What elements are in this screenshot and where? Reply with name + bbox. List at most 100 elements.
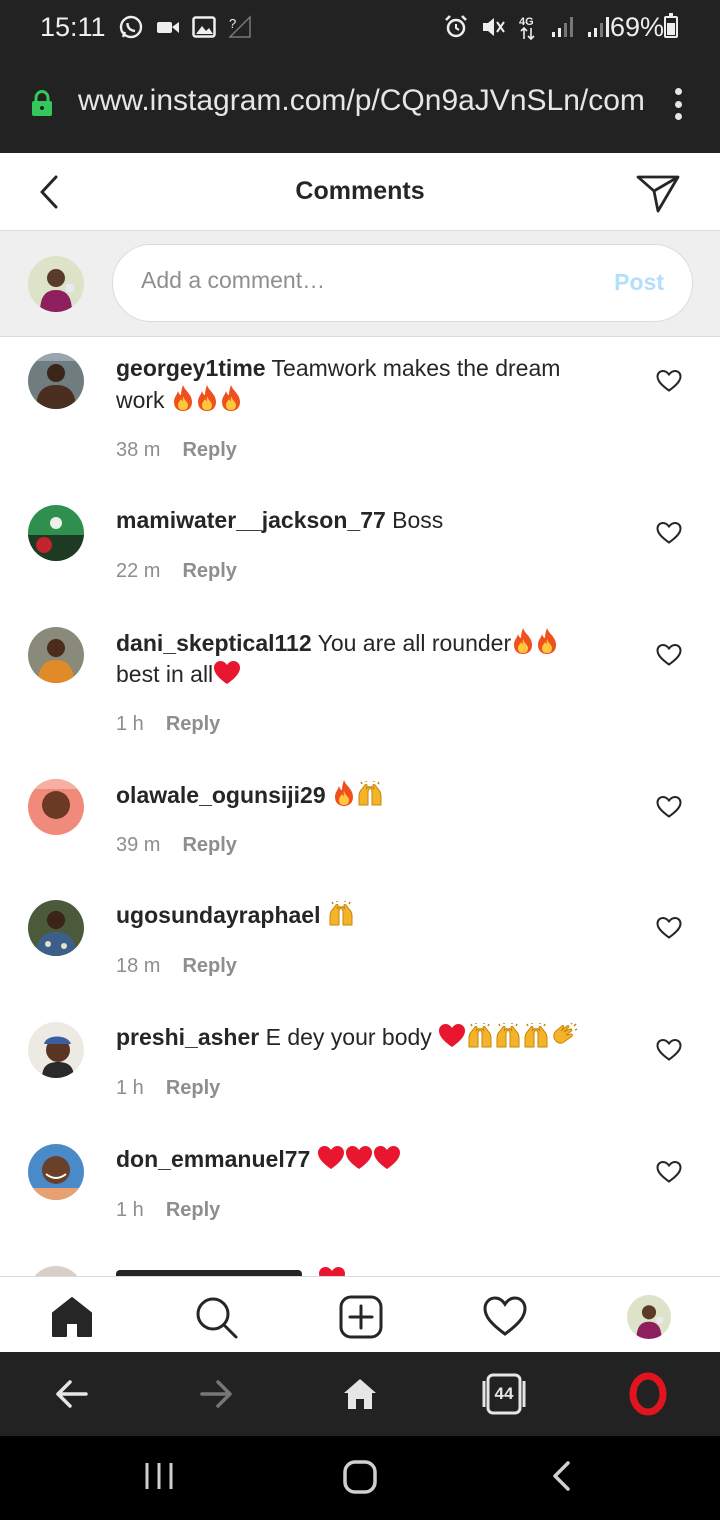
signal-question-icon: ? bbox=[228, 15, 251, 38]
comment-time: 1 h bbox=[116, 1199, 144, 1221]
tabs-button[interactable]: 44 bbox=[482, 1372, 526, 1416]
page-title: Comments bbox=[295, 177, 425, 205]
reply-button[interactable]: Reply bbox=[166, 1077, 220, 1100]
heart-emoji bbox=[213, 660, 241, 686]
reply-button[interactable]: Reply bbox=[182, 955, 236, 978]
comment-meta: 18 m Reply bbox=[116, 955, 237, 978]
reply-button[interactable]: Reply bbox=[166, 713, 220, 736]
raising-hands-emoji bbox=[356, 781, 384, 807]
comment-text: Boss bbox=[392, 507, 444, 533]
comment-time: 1 h bbox=[116, 1077, 144, 1099]
browser-home-icon[interactable] bbox=[342, 1376, 378, 1412]
comment-body: olawale_ogunsiji29 bbox=[116, 779, 606, 811]
comment-username[interactable]: don_emmanuel77 bbox=[116, 1146, 310, 1172]
whatsapp-icon bbox=[119, 15, 143, 39]
mute-icon bbox=[483, 18, 505, 36]
battery-icon bbox=[664, 13, 678, 38]
fire-emoji bbox=[195, 384, 219, 412]
avatar[interactable] bbox=[28, 1144, 84, 1200]
comment-time: 38 m bbox=[116, 439, 161, 461]
comment-username[interactable]: ugosundayraphael bbox=[116, 902, 320, 928]
home-icon[interactable] bbox=[50, 1295, 94, 1339]
video-icon bbox=[157, 22, 179, 33]
clapping-hands-emoji bbox=[550, 1023, 578, 1049]
browser-address-bar[interactable]: www.instagram.com/p/CQn9aJVnSLn/comments… bbox=[0, 56, 720, 153]
signal-icon-1 bbox=[552, 17, 573, 37]
comment-body: mamiwater__jackson_77 Boss bbox=[116, 505, 606, 536]
fire-emoji bbox=[535, 627, 559, 655]
4g-icon: 4G bbox=[519, 16, 535, 40]
lock-icon bbox=[32, 90, 52, 116]
comment-composer: Post bbox=[0, 231, 720, 337]
status-time: 15:11 bbox=[40, 12, 106, 42]
heart-emoji bbox=[318, 1266, 346, 1276]
tab-count: 44 bbox=[494, 1384, 514, 1403]
instagram-bottom-nav bbox=[0, 1276, 720, 1352]
comment-username[interactable]: mamiwater__jackson_77 bbox=[116, 507, 386, 533]
opera-menu-icon[interactable] bbox=[628, 1372, 668, 1416]
alarm-icon bbox=[445, 15, 467, 38]
comments-list: georgey1time Teamwork makes the dream wo… bbox=[0, 338, 720, 1276]
profile-avatar[interactable] bbox=[627, 1295, 671, 1339]
browser-back-icon[interactable] bbox=[54, 1376, 90, 1412]
browser-menu-icon[interactable] bbox=[672, 88, 684, 120]
avatar[interactable] bbox=[28, 353, 84, 409]
comment-meta: 1 h Reply bbox=[116, 1199, 220, 1222]
comment-input[interactable] bbox=[141, 267, 581, 294]
comment-body: ugosundayraphael bbox=[116, 900, 606, 931]
battery-percent: 69% bbox=[610, 12, 665, 42]
raising-hands-emoji bbox=[327, 901, 355, 927]
avatar[interactable] bbox=[28, 627, 84, 683]
avatar[interactable] bbox=[28, 779, 84, 835]
avatar[interactable] bbox=[28, 900, 84, 956]
system-navigation-bar bbox=[0, 1436, 720, 1520]
search-icon[interactable] bbox=[194, 1295, 238, 1339]
heart-icon[interactable] bbox=[483, 1295, 527, 1339]
signal-icon-2 bbox=[588, 17, 609, 37]
browser-forward-icon[interactable] bbox=[198, 1376, 234, 1412]
post-button[interactable]: Post bbox=[614, 269, 664, 296]
fire-emoji bbox=[511, 627, 535, 655]
heart-icon[interactable] bbox=[656, 1160, 682, 1184]
comment-meta: 38 m Reply bbox=[116, 439, 237, 462]
system-back-icon[interactable] bbox=[550, 1460, 574, 1492]
comment-time: 39 m bbox=[116, 834, 161, 856]
home-button-icon[interactable] bbox=[342, 1460, 378, 1494]
comment-meta: 39 m Reply bbox=[116, 834, 237, 857]
comments-header: Comments bbox=[0, 153, 720, 231]
comment-body: don_emmanuel77 bbox=[116, 1144, 606, 1175]
heart-icon[interactable] bbox=[656, 643, 682, 667]
comment-time: 18 m bbox=[116, 955, 161, 977]
comment-username[interactable]: preshi_asher bbox=[116, 1024, 259, 1050]
fire-emoji bbox=[171, 384, 195, 412]
heart-icon[interactable] bbox=[656, 916, 682, 940]
new-post-icon[interactable] bbox=[339, 1295, 383, 1339]
url-text[interactable]: www.instagram.com/p/CQn9aJVnSLn/comments… bbox=[78, 84, 646, 118]
comment-time: 1 h bbox=[116, 713, 144, 735]
heart-emoji bbox=[438, 1023, 466, 1049]
heart-emoji bbox=[317, 1145, 345, 1171]
recent-apps-icon[interactable] bbox=[143, 1460, 175, 1492]
comment-input-wrapper: Post bbox=[112, 244, 693, 322]
comment-username[interactable]: dani_skeptical112 bbox=[116, 630, 312, 656]
heart-icon[interactable] bbox=[656, 369, 682, 393]
paper-plane-icon[interactable] bbox=[634, 169, 682, 217]
system-icons: 4G bbox=[444, 14, 610, 40]
reply-button[interactable]: Reply bbox=[182, 560, 236, 583]
heart-icon[interactable] bbox=[656, 795, 682, 819]
reply-button[interactable]: Reply bbox=[182, 834, 236, 857]
reply-button[interactable]: Reply bbox=[182, 439, 236, 462]
heart-emoji bbox=[345, 1145, 373, 1171]
browser-toolbar: 44 bbox=[0, 1352, 720, 1436]
comment-username[interactable]: georgey1time bbox=[116, 355, 266, 381]
avatar[interactable] bbox=[28, 1022, 84, 1078]
reply-button[interactable]: Reply bbox=[166, 1199, 220, 1222]
comment-username[interactable]: olawale_ogunsiji29 bbox=[116, 782, 326, 808]
avatar[interactable] bbox=[28, 1266, 84, 1276]
heart-icon[interactable] bbox=[656, 1038, 682, 1062]
raising-hands-emoji bbox=[522, 1023, 550, 1049]
comment-meta: 22 m Reply bbox=[116, 560, 237, 583]
avatar[interactable] bbox=[28, 505, 84, 561]
comment-text-line2: best in all bbox=[116, 661, 214, 687]
heart-icon[interactable] bbox=[656, 521, 682, 545]
